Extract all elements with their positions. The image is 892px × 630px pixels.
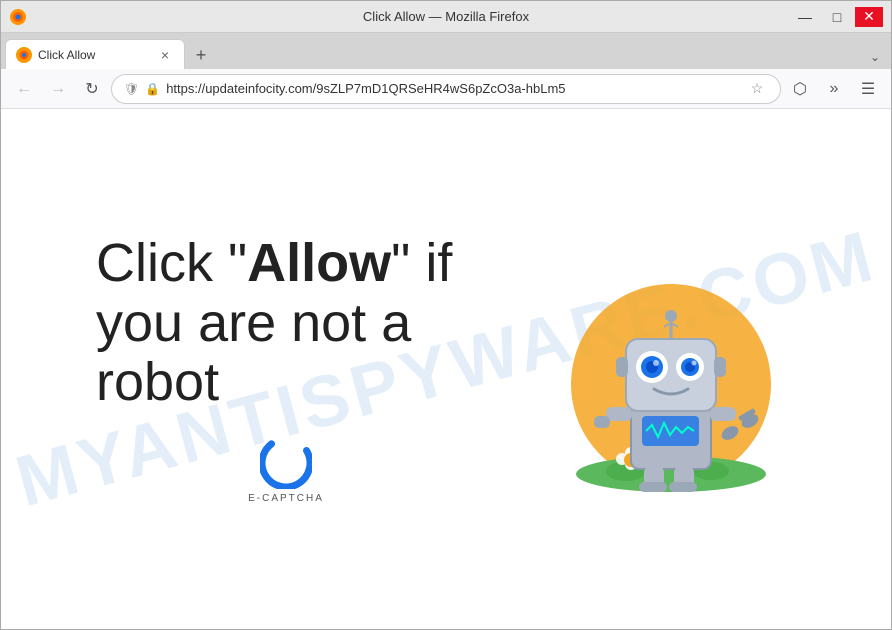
maximize-button[interactable]: □ <box>823 7 851 27</box>
browser-tab[interactable]: Click Allow × <box>5 39 185 69</box>
url-text: https://updateinfocity.com/9sZLP7mD1QRSe… <box>166 81 740 96</box>
title-bar: Click Allow — Mozilla Firefox — □ ✕ <box>1 1 891 33</box>
nav-right-icons: ⬡ » ☰ <box>785 74 883 104</box>
tab-bar: Click Allow × + ⌄ <box>1 33 891 69</box>
main-heading: Click "Allow" if you are not a robot <box>96 234 476 412</box>
nav-bar: ← → ↻ 🛡 🔒 https://updateinfocity.com/9sZ… <box>1 69 891 109</box>
tab-title: Click Allow <box>38 48 150 62</box>
heading-allow: Allow <box>247 233 391 293</box>
window-controls: — □ ✕ <box>791 7 883 27</box>
text-section: Click "Allow" if you are not a robot E-C… <box>96 234 476 503</box>
page-content: MYANTISPYWARE.COM Click "Allow" if you a… <box>1 109 891 629</box>
lock-icon: 🔒 <box>145 82 160 96</box>
back-button[interactable]: ← <box>9 74 39 104</box>
tab-close-button[interactable]: × <box>156 46 174 64</box>
forward-button[interactable]: → <box>43 74 73 104</box>
tab-favicon <box>16 47 32 63</box>
tab-list-button[interactable]: ⌄ <box>863 45 887 69</box>
content-inner: Click "Allow" if you are not a robot E-C… <box>56 219 836 519</box>
new-tab-button[interactable]: + <box>187 41 215 69</box>
firefox-icon <box>9 8 27 26</box>
shield-icon: 🛡 <box>124 82 139 96</box>
heading-part1: Click " <box>96 233 247 293</box>
bookmark-button[interactable]: ☆ <box>746 78 768 100</box>
title-bar-left <box>9 8 27 26</box>
browser-window: Click Allow — Mozilla Firefox — □ ✕ Clic… <box>0 0 892 630</box>
close-button[interactable]: ✕ <box>855 7 883 27</box>
captcha-label: E-CAPTCHA <box>248 493 324 504</box>
tab-bar-right: ⌄ <box>863 45 887 69</box>
extensions-button[interactable]: » <box>819 74 849 104</box>
refresh-button[interactable]: ↻ <box>77 74 107 104</box>
page-title: Click Allow — Mozilla Firefox <box>363 9 529 24</box>
menu-button[interactable]: ☰ <box>853 74 883 104</box>
url-bar-icons: ☆ <box>746 78 768 100</box>
minimize-button[interactable]: — <box>791 7 819 27</box>
robot-svg <box>516 219 796 519</box>
robot-illustration <box>516 219 796 519</box>
captcha-logo-icon <box>260 437 312 489</box>
pocket-button[interactable]: ⬡ <box>785 74 815 104</box>
url-bar[interactable]: 🛡 🔒 https://updateinfocity.com/9sZLP7mD1… <box>111 74 781 104</box>
captcha-section: E-CAPTCHA <box>96 437 476 504</box>
